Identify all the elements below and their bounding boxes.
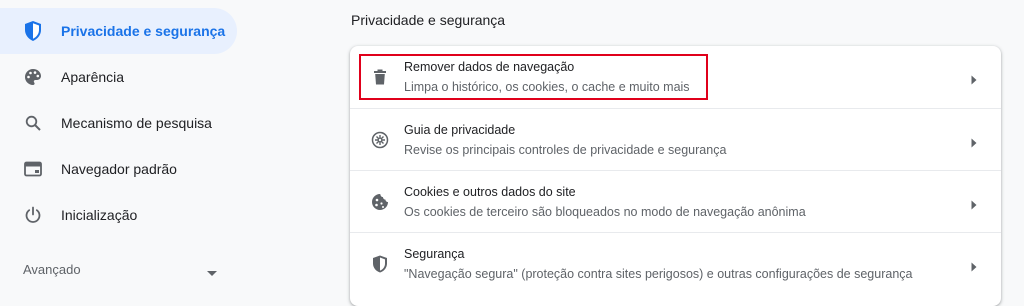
browser-window-icon xyxy=(23,159,43,179)
row-title: Remover dados de navegação xyxy=(404,60,575,74)
search-icon xyxy=(23,113,43,133)
page-title: Privacidade e segurança xyxy=(351,12,506,28)
sidebar-item-label: Inicialização xyxy=(61,207,138,223)
sidebar-item-startup[interactable]: Inicialização xyxy=(0,192,237,238)
sidebar-item-appearance[interactable]: Aparência xyxy=(0,54,237,100)
row-security[interactable]: Segurança "Navegação segura" (proteção c… xyxy=(350,232,1001,295)
cookie-icon xyxy=(370,192,390,212)
shield-icon xyxy=(23,21,43,41)
privacy-guide-icon xyxy=(370,130,390,150)
row-title: Segurança xyxy=(404,247,465,261)
chevron-right-icon xyxy=(971,72,977,90)
sidebar-item-label: Navegador padrão xyxy=(61,161,177,177)
row-clear-browsing-data[interactable]: Remover dados de navegação Limpa o histó… xyxy=(350,46,1001,108)
row-title: Guia de privacidade xyxy=(404,123,516,137)
row-subtitle: Limpa o histórico, os cookies, o cache e… xyxy=(404,80,690,94)
row-subtitle: Os cookies de terceiro são bloqueados no… xyxy=(404,205,806,219)
sidebar-item-label: Aparência xyxy=(61,69,125,85)
row-subtitle: "Navegação segura" (proteção contra site… xyxy=(404,267,913,281)
sidebar: Privacidade e segurança Aparência Mecani… xyxy=(0,0,330,298)
chevron-right-icon xyxy=(971,197,977,215)
sidebar-item-default-browser[interactable]: Navegador padrão xyxy=(0,146,237,192)
palette-icon xyxy=(23,67,43,87)
row-subtitle: Revise os principais controles de privac… xyxy=(404,143,727,157)
row-privacy-guide[interactable]: Guia de privacidade Revise os principais… xyxy=(350,108,1001,171)
advanced-section-toggle[interactable]: Avançado xyxy=(0,252,237,286)
sidebar-item-search-engine[interactable]: Mecanismo de pesquisa xyxy=(0,100,237,146)
row-title: Cookies e outros dados do site xyxy=(404,185,576,199)
power-icon xyxy=(23,205,43,225)
advanced-label: Avançado xyxy=(23,261,81,277)
sidebar-item-label: Privacidade e segurança xyxy=(61,23,226,39)
row-cookies[interactable]: Cookies e outros dados do site Os cookie… xyxy=(350,170,1001,233)
settings-card: Remover dados de navegação Limpa o histó… xyxy=(350,46,1001,306)
shield-icon xyxy=(370,254,390,274)
chevron-right-icon xyxy=(971,135,977,153)
sidebar-item-privacy[interactable]: Privacidade e segurança xyxy=(0,8,237,54)
sidebar-item-label: Mecanismo de pesquisa xyxy=(61,115,212,131)
trash-icon xyxy=(370,67,390,87)
chevron-down-icon xyxy=(207,264,217,282)
chevron-right-icon xyxy=(971,259,977,277)
